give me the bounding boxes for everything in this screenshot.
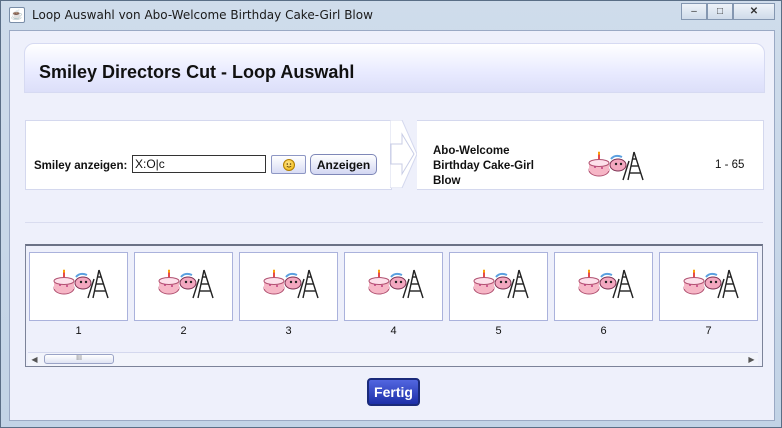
dialog-content: Smiley Directors Cut - Loop Auswahl Smil…: [9, 30, 775, 421]
cake-ladder-icon: [53, 269, 109, 299]
java-app-icon: ☕: [9, 7, 25, 23]
frame-tile[interactable]: [239, 252, 338, 321]
frame-list: 1 2 3 4 5 6 7 ◀ III ▶: [25, 244, 763, 367]
scroll-left-icon[interactable]: ◀: [28, 353, 41, 366]
frame-range: 1 - 65: [715, 159, 745, 171]
frame-tile[interactable]: [344, 252, 443, 321]
smiley-code-input[interactable]: [132, 155, 266, 173]
cake-ladder-icon: [683, 269, 739, 299]
page-title: Smiley Directors Cut - Loop Auswahl: [39, 62, 355, 82]
cake-ladder-icon: [158, 269, 214, 299]
close-button[interactable]: ✕: [733, 3, 775, 20]
minimize-button[interactable]: –: [681, 3, 707, 20]
scroll-thumb[interactable]: III: [44, 354, 114, 364]
cake-ladder-icon: [473, 269, 529, 299]
frame-number: 3: [285, 325, 292, 337]
smiley-face-icon: [282, 158, 295, 171]
search-label: Smiley anzeigen:: [34, 160, 128, 172]
window-controls: – □ ✕: [681, 3, 775, 20]
frame-tile[interactable]: [659, 252, 758, 321]
frame-number: 4: [390, 325, 397, 337]
frame-tile[interactable]: [449, 252, 548, 321]
show-button[interactable]: Anzeigen: [310, 154, 377, 175]
maximize-button[interactable]: □: [707, 3, 733, 20]
frame-number: 7: [705, 325, 712, 337]
cake-ladder-icon: [578, 269, 634, 299]
cake-ladder-icon: [588, 151, 644, 181]
dialog-window: ☕ Loop Auswahl von Abo-Welcome Birthday …: [0, 0, 782, 428]
cake-ladder-icon: [368, 269, 424, 299]
frame-number: 1: [75, 325, 82, 337]
divider: [25, 222, 763, 223]
smiley-picker-button[interactable]: [271, 155, 306, 174]
frame-tile[interactable]: [29, 252, 128, 321]
window-title: Loop Auswahl von Abo-Welcome Birthday Ca…: [32, 8, 373, 22]
selected-smiley-info: Abo-Welcome Birthday Cake-Girl Blow 1 - …: [417, 120, 764, 190]
title-bar[interactable]: ☕ Loop Auswahl von Abo-Welcome Birthday …: [1, 1, 781, 29]
search-panel: Smiley anzeigen: Anzeigen: [25, 120, 392, 190]
horizontal-scrollbar[interactable]: ◀ III ▶: [28, 352, 758, 366]
cake-ladder-icon: [263, 269, 319, 299]
frame-tile[interactable]: [554, 252, 653, 321]
frame-number: 6: [600, 325, 607, 337]
frame-tile[interactable]: [134, 252, 233, 321]
flow-arrow-icon: [390, 120, 418, 188]
frame-number: 5: [495, 325, 502, 337]
header-panel: Smiley Directors Cut - Loop Auswahl: [24, 43, 765, 93]
scroll-right-icon[interactable]: ▶: [745, 353, 758, 366]
done-button[interactable]: Fertig: [367, 378, 420, 406]
frame-number: 2: [180, 325, 187, 337]
smiley-name: Abo-Welcome Birthday Cake-Girl Blow: [433, 145, 534, 187]
